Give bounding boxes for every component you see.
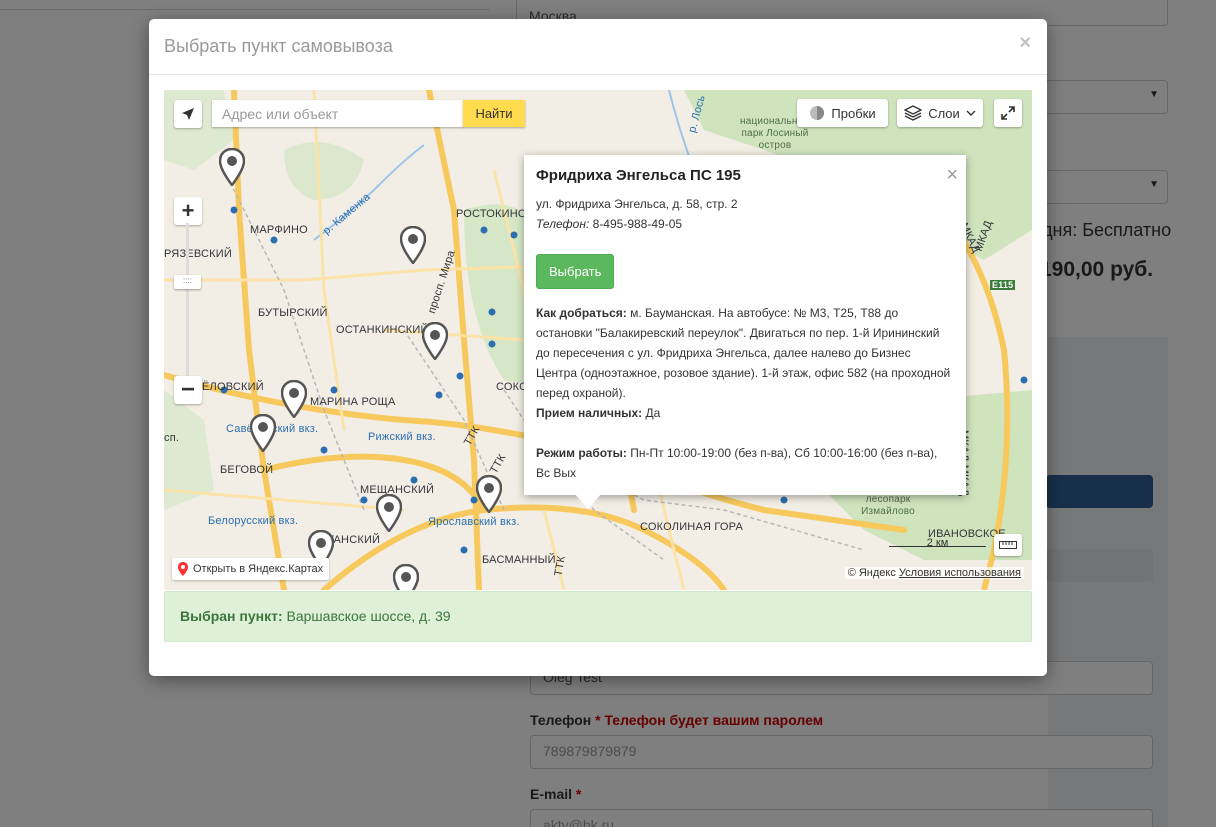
expand-icon [1001, 106, 1015, 120]
fullscreen-button[interactable] [994, 99, 1022, 127]
directions-label: Как добраться: [536, 306, 627, 320]
balloon-directions: Как добраться: м. Бауманская. На автобус… [536, 303, 954, 403]
layers-icon [904, 105, 923, 121]
traffic-button-label: Пробки [831, 105, 876, 121]
close-icon[interactable]: × [946, 165, 958, 185]
pickup-point-balloon: × Фридриха Энгельса ПС 195 ул. Фридриха … [524, 155, 966, 495]
location-arrow-icon [182, 108, 194, 120]
selected-point-label: Выбран пункт: [180, 608, 283, 624]
geolocation-button[interactable] [174, 100, 202, 128]
map-label: ЁЛОВСКИЙ [202, 381, 264, 393]
map-label: ОСТАНКИНСКИЙ [336, 324, 429, 336]
map-scale-label: 2 км [926, 537, 949, 549]
open-in-yandex-label: Открыть в Яндекс.Картах [193, 563, 324, 575]
map-label: РЯЗЕВСКИЙ [164, 248, 232, 260]
modal-header: Выбрать пункт самовывоза × [149, 19, 1047, 75]
minus-icon: − [180, 376, 195, 403]
close-icon[interactable]: × [1019, 32, 1031, 55]
map-search-button[interactable]: Найти [463, 100, 525, 127]
pickup-point-marker[interactable] [476, 475, 502, 513]
pickup-point-marker[interactable] [281, 380, 307, 418]
map-search-input[interactable] [212, 100, 464, 127]
layers-button-label: Слои [928, 105, 960, 121]
balloon-address: ул. Фридриха Энгельса, д. 58, стр. 2 [536, 197, 738, 211]
phone-value: 8-495-988-49-05 [592, 217, 683, 231]
select-point-button[interactable]: Выбрать [536, 254, 615, 289]
phone-label: Телефон: [536, 217, 590, 231]
map-copyright: © Яндекс Условия использования [844, 567, 1024, 579]
zoom-slider-handle[interactable]: :::: [174, 275, 201, 289]
map-label: РОСТОКИНО [456, 208, 527, 220]
pickup-point-marker[interactable] [400, 226, 426, 264]
map-label: БУТЫРСКИЙ [258, 307, 328, 319]
map-label: МАРФИНО [250, 224, 308, 236]
balloon-tail [574, 493, 602, 509]
pickup-point-marker[interactable] [219, 148, 245, 186]
map-label: Ярославский вкз. [428, 516, 520, 528]
cash-value: Да [645, 406, 661, 420]
map-label: БАСМАННЫЙ [482, 554, 556, 566]
modal-title: Выбрать пункт самовывоза [164, 36, 393, 56]
hours-label: Режим работы: [536, 446, 627, 460]
copyright-text: © Яндекс [847, 567, 896, 579]
directions-text: м. Бауманская. На автобусе: № М3, Т25, Т… [536, 306, 951, 400]
chevron-down-icon [966, 110, 976, 116]
map-label: сп. [164, 432, 180, 444]
terms-link[interactable]: Условия использования [899, 567, 1021, 579]
pickup-point-marker[interactable] [250, 414, 276, 452]
balloon-hours: Режим работы: Пн-Пт 10:00-19:00 (без п-в… [536, 443, 954, 483]
open-in-yandex-maps-link[interactable]: Открыть в Яндекс.Картах [172, 558, 330, 580]
selected-point-alert: Выбран пункт: Варшавское шоссе, д. 39 [164, 591, 1032, 642]
map-label: МАРИНА РОЩА [310, 396, 396, 408]
map-label: БЕГОВОЙ [220, 464, 274, 476]
zoom-slider-track[interactable] [186, 223, 189, 380]
pickup-point-marker[interactable] [376, 494, 402, 532]
map-pin-icon [178, 562, 188, 576]
balloon-phone: Телефон: 8-495-988-49-05 [536, 214, 954, 234]
map-label: Белорусский вкз. [208, 515, 299, 527]
selected-point-value: Варшавское шоссе, д. 39 [286, 608, 451, 624]
pickup-point-marker[interactable] [393, 564, 419, 590]
balloon-cash: Прием наличных: Да [536, 403, 954, 423]
pickup-point-marker[interactable] [422, 322, 448, 360]
zoom-in-button[interactable]: + [174, 197, 202, 225]
scale-line [889, 546, 986, 547]
map-label: лесопарк Измайлово [861, 494, 915, 517]
traffic-light-icon [810, 106, 825, 120]
ruler-button[interactable] [994, 534, 1022, 556]
ruler-icon [999, 541, 1017, 549]
zoom-out-button[interactable]: − [174, 376, 202, 404]
plus-icon: + [181, 198, 195, 223]
balloon-title: Фридриха Энгельса ПС 195 [536, 167, 741, 184]
layers-button[interactable]: Слои [897, 99, 983, 127]
map-scale: 2 км [889, 537, 986, 553]
map-label: Рижский вкз. [368, 431, 436, 443]
map-label: СОКОЛИНАЯ ГОРА [640, 521, 744, 533]
road-shield: E115 [990, 280, 1016, 290]
map[interactable]: МАРФИНО РОСТОКИНО РЯЗЕВСКИЙ БУТЫРСКИЙ ОС… [164, 90, 1032, 590]
traffic-button[interactable]: Пробки [797, 99, 888, 127]
cash-label: Прием наличных: [536, 406, 643, 420]
pickup-modal: Выбрать пункт самовывоза × МАРФИНО РОСТО… [149, 19, 1047, 676]
